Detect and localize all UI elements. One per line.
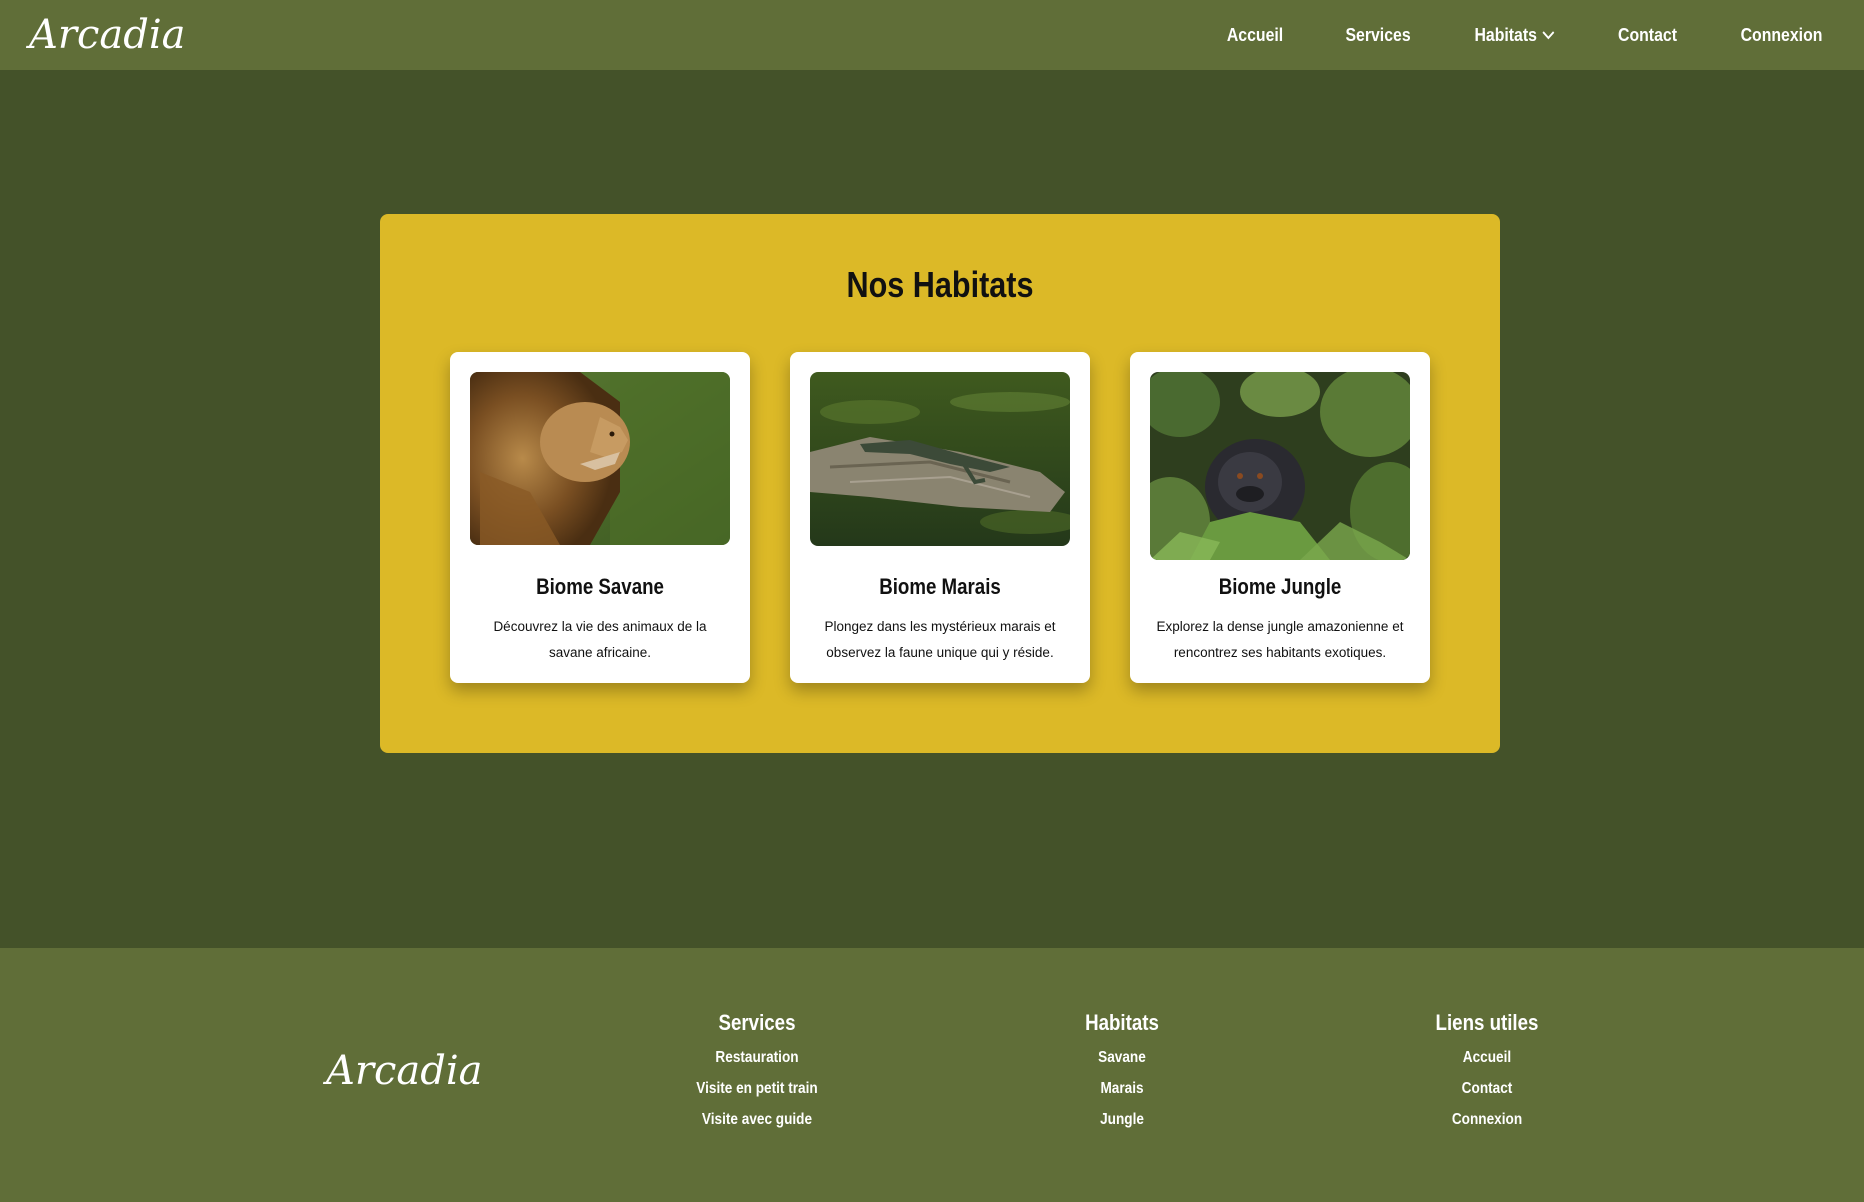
footer-link-petit-train[interactable]: Visite en petit train xyxy=(647,1073,868,1104)
site-logo[interactable]: Arcadia xyxy=(29,12,186,58)
habitat-card-jungle[interactable]: Biome Jungle Explorez la dense jungle am… xyxy=(1130,352,1430,683)
card-text: Explorez la dense jungle amazonienne et … xyxy=(1156,619,1404,660)
card-text: Plongez dans les mystérieux marais et ob… xyxy=(824,619,1056,660)
nav-label: Services xyxy=(1345,24,1411,45)
footer-link-savane[interactable]: Savane xyxy=(1012,1042,1233,1073)
footer-column-title: Habitats xyxy=(1085,1010,1159,1035)
footer-column-title: Liens utiles xyxy=(1435,1010,1539,1035)
chevron-down-icon xyxy=(1542,30,1555,40)
nav-accueil[interactable]: Accueil xyxy=(1227,25,1283,46)
main-nav: Accueil Services Habitats Contact Connex… xyxy=(1196,0,1855,70)
card-title: Biome Marais xyxy=(879,574,1001,599)
nav-habitats[interactable]: Habitats xyxy=(1474,24,1555,46)
footer-link-accueil[interactable]: Accueil xyxy=(1377,1042,1598,1073)
nav-connexion[interactable]: Connexion xyxy=(1741,25,1823,46)
nav-label: Habitats xyxy=(1474,24,1537,45)
footer-logo[interactable]: Arcadia xyxy=(326,1048,483,1094)
nav-label: Accueil xyxy=(1226,24,1284,45)
footer-link-marais[interactable]: Marais xyxy=(1012,1073,1233,1104)
lion-photo xyxy=(470,372,730,545)
alligator-photo xyxy=(810,372,1070,546)
nav-contact[interactable]: Contact xyxy=(1618,25,1677,46)
top-header: Arcadia Accueil Services Habitats Contac… xyxy=(0,0,1864,70)
card-title: Biome Savane xyxy=(536,574,664,599)
page-title: Nos Habitats xyxy=(846,264,1034,305)
footer-column-services: Services Restauration Visite en petit tr… xyxy=(627,1010,887,1135)
footer-column-title: Services xyxy=(718,1010,796,1035)
card-title: Biome Jungle xyxy=(1218,574,1342,599)
footer-link-guide[interactable]: Visite avec guide xyxy=(647,1104,868,1135)
main-content: Nos Habitats Biome Savane Découvrez la v… xyxy=(0,70,1864,948)
habitat-card-marais[interactable]: Biome Marais Plongez dans les mystérieux… xyxy=(790,352,1090,683)
card-text: Découvrez la vie des animaux de la savan… xyxy=(493,619,707,660)
gorilla-photo xyxy=(1150,372,1410,560)
footer-column-habitats: Habitats Savane Marais Jungle xyxy=(992,1010,1252,1135)
nav-services[interactable]: Services xyxy=(1345,25,1410,46)
nav-label: Contact xyxy=(1618,24,1677,45)
footer-link-connexion[interactable]: Connexion xyxy=(1377,1104,1598,1135)
footer-link-restauration[interactable]: Restauration xyxy=(647,1042,868,1073)
nav-label: Connexion xyxy=(1740,24,1823,45)
footer-column-liens-utiles: Liens utiles Accueil Contact Connexion xyxy=(1357,1010,1617,1135)
habitats-panel: Nos Habitats Biome Savane Découvrez la v… xyxy=(380,214,1500,753)
footer-link-jungle[interactable]: Jungle xyxy=(1012,1104,1233,1135)
footer-link-contact[interactable]: Contact xyxy=(1377,1073,1598,1104)
site-footer: Arcadia Services Restauration Visite en … xyxy=(0,948,1864,1202)
habitat-card-savane[interactable]: Biome Savane Découvrez la vie des animau… xyxy=(450,352,750,683)
